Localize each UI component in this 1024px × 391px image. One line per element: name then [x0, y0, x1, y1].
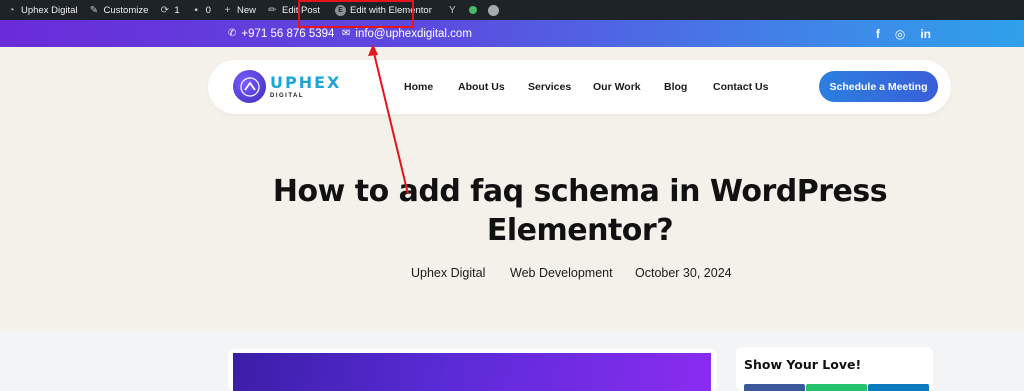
annotation-arrow — [368, 44, 409, 195]
